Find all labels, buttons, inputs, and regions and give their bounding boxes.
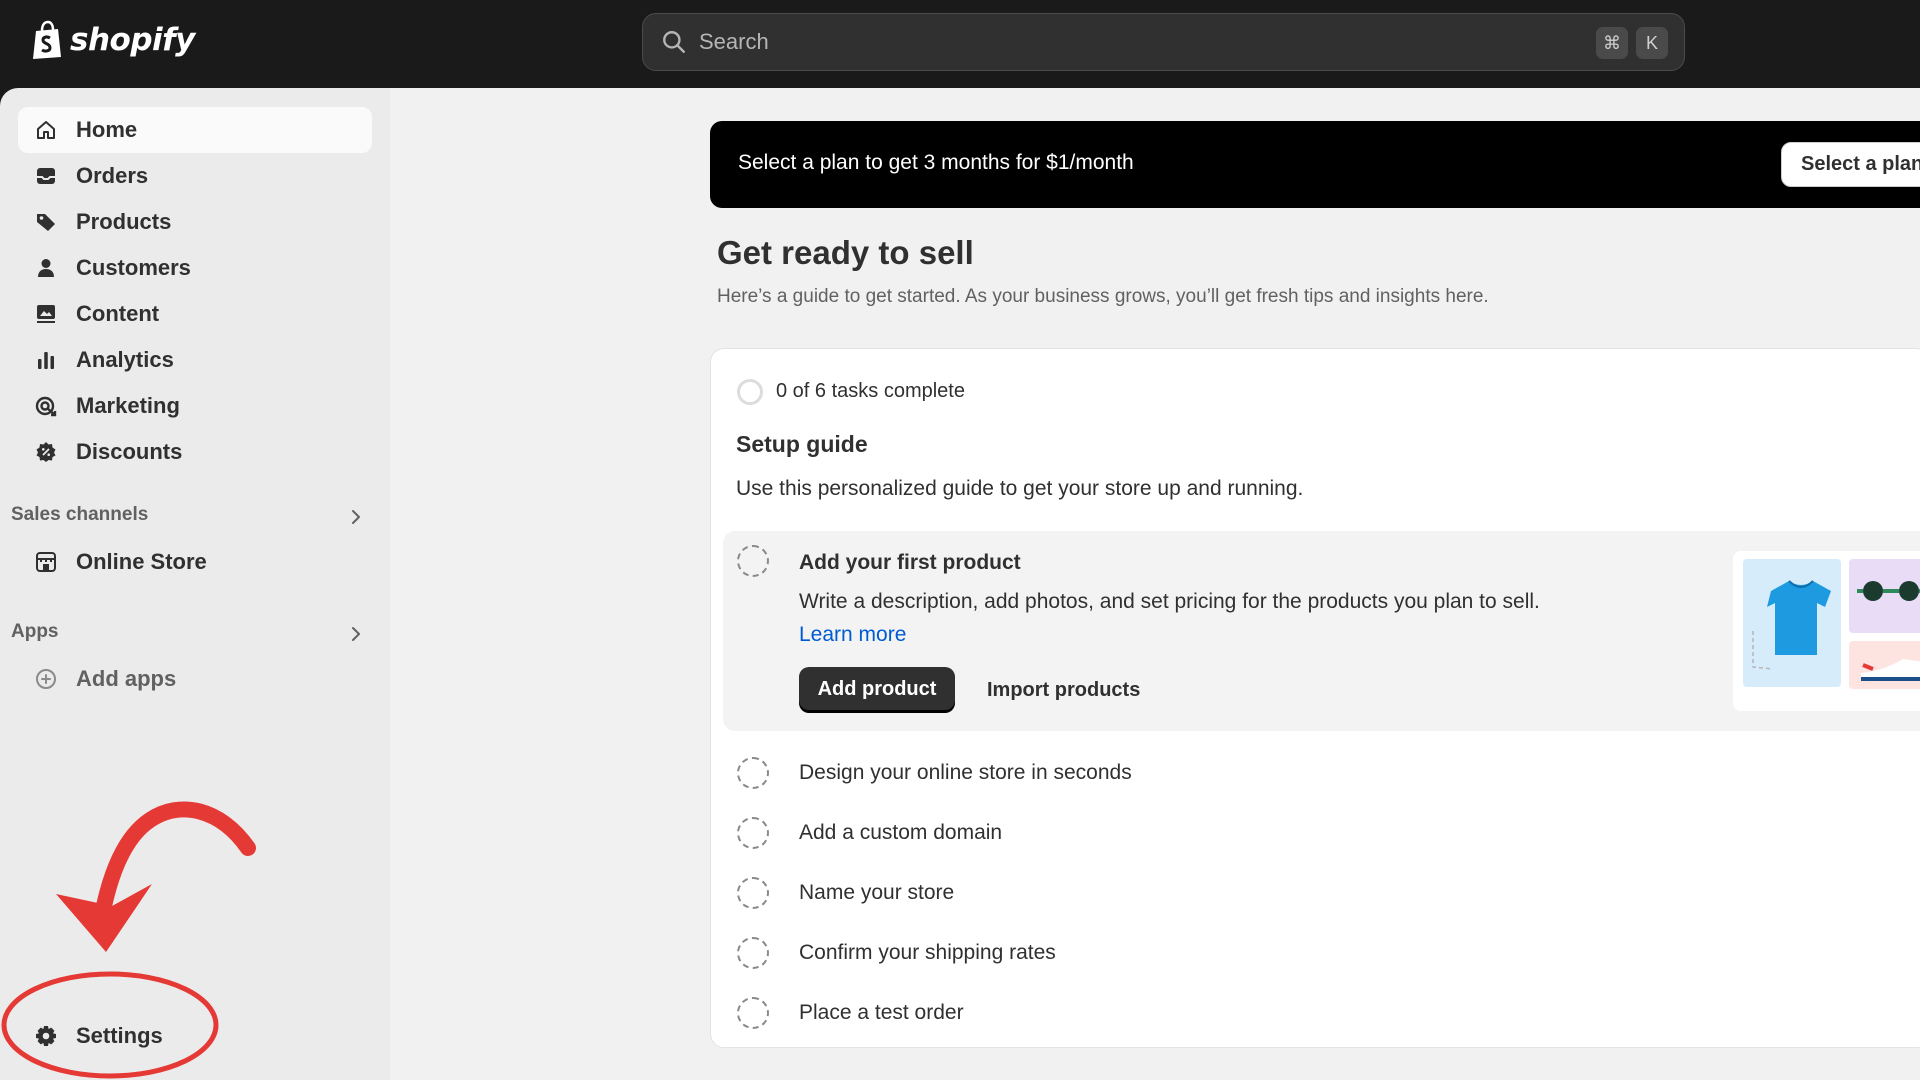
- task-label: Name your store: [799, 881, 955, 904]
- sidebar-item-label: Products: [76, 209, 172, 234]
- task-label: Confirm your shipping rates: [799, 941, 1056, 964]
- task-label: Design your online store in seconds: [799, 761, 1132, 784]
- page-title: Get ready to sell: [717, 234, 974, 271]
- task-design-store[interactable]: Design your online store in seconds: [723, 753, 1823, 793]
- home-icon: [37, 121, 55, 139]
- plus-circle-icon: [36, 669, 56, 689]
- sidebar-item-label: Home: [76, 117, 138, 142]
- sidebar-item-label: Online Store: [76, 549, 207, 574]
- discount-icon: [36, 442, 56, 462]
- task-custom-domain[interactable]: Add a custom domain: [723, 813, 1823, 853]
- select-plan-button[interactable]: Select a plan: [1781, 142, 1920, 187]
- search-bar[interactable]: Search ⌘ K: [642, 13, 1685, 71]
- sidebar: Home Orders Products Customers Content A…: [0, 88, 390, 1080]
- progress-ring: [737, 379, 763, 405]
- task-description: Write a description, add photos, and set…: [799, 585, 1599, 651]
- product-illustration: [1733, 551, 1920, 711]
- sales-channels-heading: Sales channels: [11, 504, 149, 525]
- shortcut-k-key: K: [1636, 27, 1668, 59]
- task-checkbox[interactable]: [737, 877, 769, 909]
- sidebar-item-label: Analytics: [76, 347, 174, 372]
- search-icon: [663, 31, 685, 53]
- task-description-text: Write a description, add photos, and set…: [799, 590, 1540, 613]
- task-checkbox[interactable]: [737, 997, 769, 1029]
- task-checkbox[interactable]: [737, 937, 769, 969]
- plan-banner: Select a plan to get 3 months for $1/mon…: [710, 121, 1920, 208]
- setup-guide-card: 0 of 6 tasks complete Setup guide Use th…: [710, 348, 1920, 1048]
- task-checkbox[interactable]: [737, 817, 769, 849]
- sidebar-item-label: Discounts: [76, 439, 183, 464]
- bar-chart-icon: [38, 352, 54, 369]
- sidebar-item-customers[interactable]: Customers: [18, 245, 372, 291]
- shopify-bag-icon: [33, 20, 61, 59]
- product-illustration-art: [1743, 559, 1920, 689]
- brand-name: shopify: [70, 22, 195, 58]
- import-products-button[interactable]: Import products: [987, 679, 1140, 702]
- sidebar-item-online-store[interactable]: Online Store: [18, 539, 372, 585]
- task-label: Place a test order: [799, 1001, 964, 1024]
- task-add-first-product[interactable]: Add your first product Write a descripti…: [723, 531, 1920, 731]
- image-icon: [37, 305, 55, 323]
- top-bar: shopify Search ⌘ K: [0, 0, 1920, 88]
- task-label: Add a custom domain: [799, 821, 1003, 844]
- task-test-order[interactable]: Place a test order: [723, 993, 1823, 1033]
- task-title: Add your first product: [799, 551, 1021, 574]
- person-icon: [38, 259, 54, 277]
- sidebar-item-label: Settings: [76, 1023, 163, 1048]
- sidebar-item-label: Content: [76, 301, 160, 326]
- task-name-store[interactable]: Name your store: [723, 873, 1823, 913]
- banner-text: Select a plan to get 3 months for $1/mon…: [738, 151, 1134, 174]
- setup-guide-title: Setup guide: [736, 431, 868, 457]
- sidebar-item-settings[interactable]: Settings: [18, 1013, 372, 1059]
- task-shipping-rates[interactable]: Confirm your shipping rates: [723, 933, 1823, 973]
- task-checkbox[interactable]: [737, 757, 769, 789]
- progress-text: 0 of 6 tasks complete: [776, 380, 965, 402]
- sidebar-item-home[interactable]: Home: [18, 107, 372, 153]
- chevron-right-icon[interactable]: [346, 624, 366, 644]
- apps-heading: Apps: [11, 621, 59, 642]
- sidebar-item-products[interactable]: Products: [18, 199, 372, 245]
- learn-more-link[interactable]: Learn more: [799, 623, 906, 646]
- tag-icon: [37, 214, 55, 231]
- sidebar-item-discounts[interactable]: Discounts: [18, 429, 372, 475]
- add-product-button[interactable]: Add product: [799, 667, 955, 712]
- sidebar-item-label: Add apps: [76, 666, 177, 691]
- task-checkbox[interactable]: [737, 545, 769, 577]
- target-icon: [35, 396, 57, 417]
- page-subtitle: Here’s a guide to get started. As your b…: [717, 286, 1489, 307]
- sidebar-item-orders[interactable]: Orders: [18, 153, 372, 199]
- setup-guide-subtitle: Use this personalized guide to get your …: [736, 477, 1304, 500]
- sidebar-item-marketing[interactable]: Marketing: [18, 383, 372, 429]
- sidebar-item-label: Marketing: [76, 393, 180, 418]
- gear-icon: [36, 1026, 56, 1046]
- sidebar-item-content[interactable]: Content: [18, 291, 372, 337]
- inbox-icon: [37, 168, 55, 184]
- sidebar-item-analytics[interactable]: Analytics: [18, 337, 372, 383]
- sidebar-item-label: Customers: [76, 255, 191, 280]
- chevron-right-icon[interactable]: [346, 507, 366, 527]
- store-icon: [36, 552, 56, 572]
- search-placeholder: Search: [699, 29, 769, 54]
- shortcut-cmd-key: ⌘: [1596, 27, 1628, 59]
- sidebar-item-add-apps[interactable]: Add apps: [18, 656, 372, 702]
- sidebar-item-label: Orders: [76, 163, 149, 188]
- shopify-logo[interactable]: shopify: [30, 20, 195, 60]
